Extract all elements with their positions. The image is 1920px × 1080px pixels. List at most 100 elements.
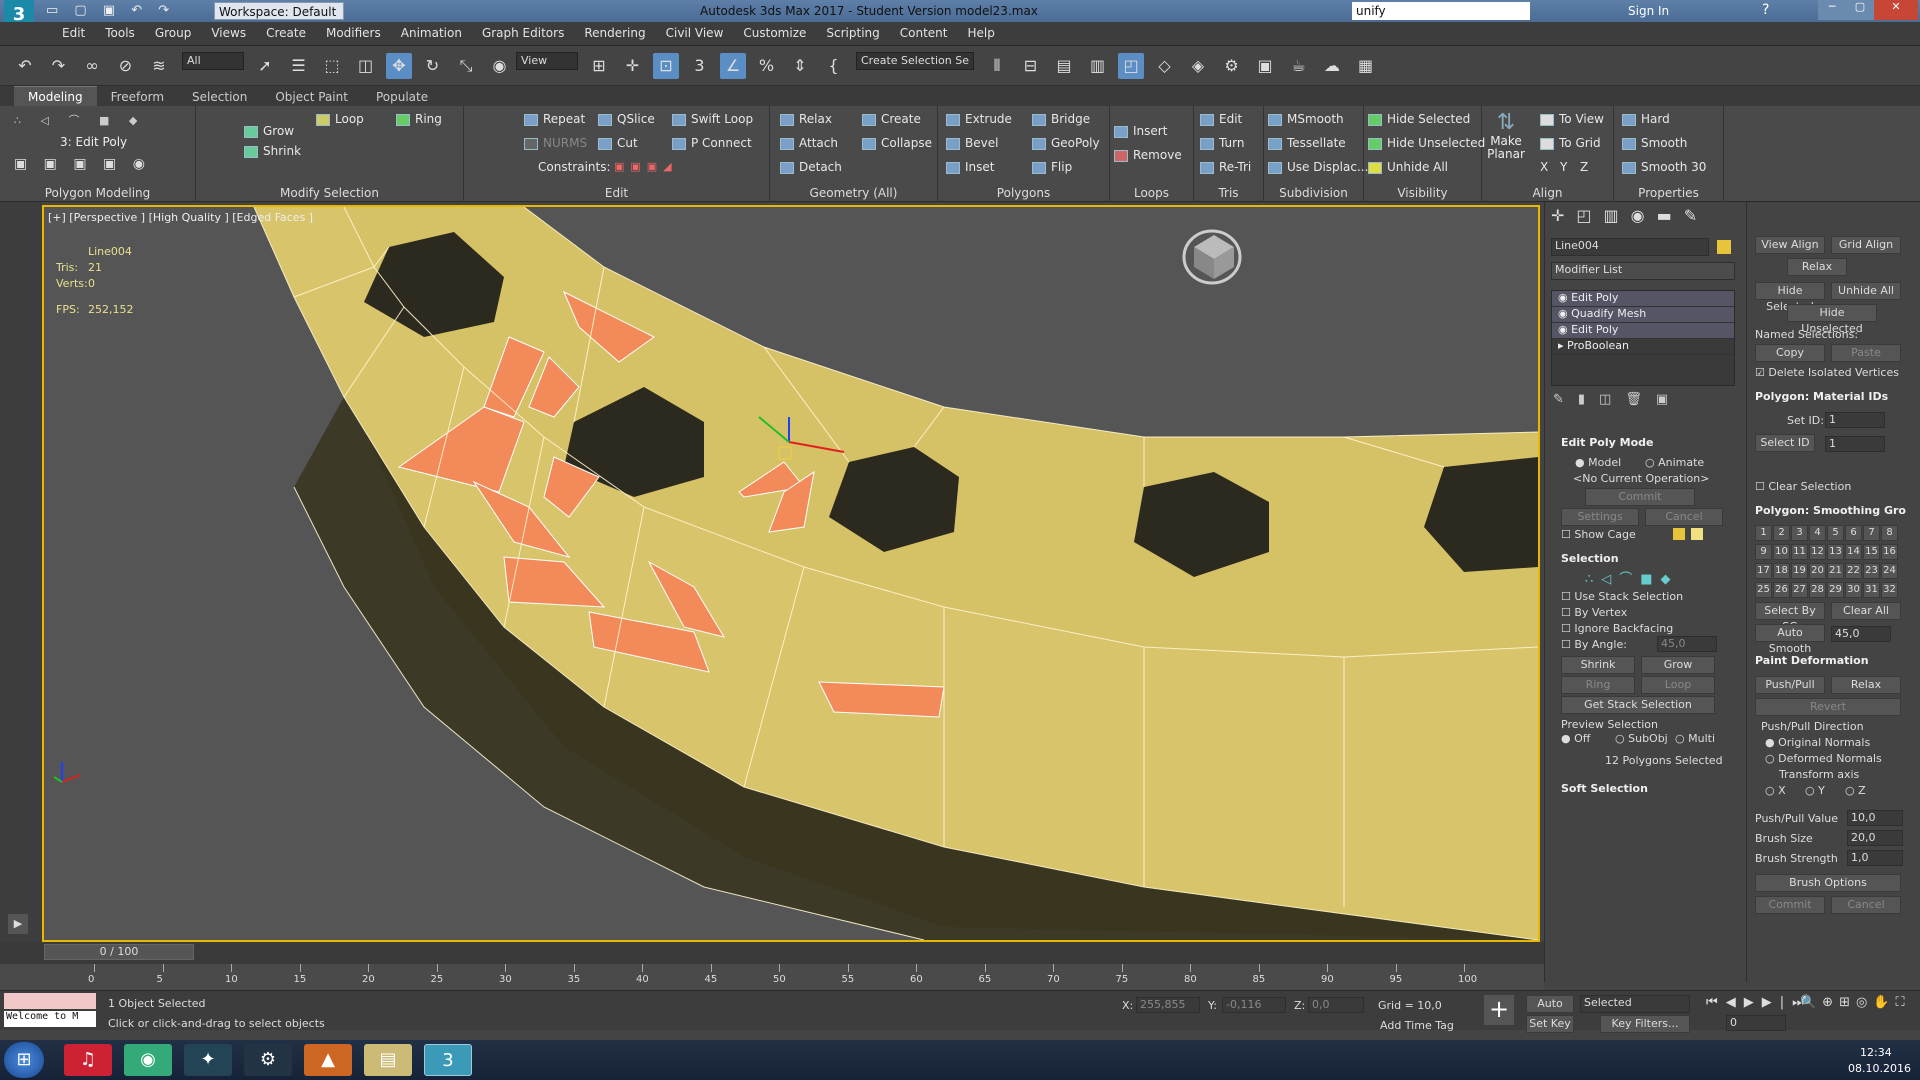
modifier-stack-item[interactable]: ◉ Edit Poly xyxy=(1552,291,1734,307)
grid-align-button[interactable]: Grid Align xyxy=(1831,236,1901,254)
hide-selected-button[interactable]: Hide Selected xyxy=(1368,112,1470,126)
collapse-button[interactable]: Collapse xyxy=(862,136,932,150)
viewport-label[interactable]: [+] [Perspective ] [High Quality ] [Edge… xyxy=(48,211,313,224)
smoothing-group-button[interactable]: 22 xyxy=(1845,563,1862,579)
edit-named-selection-icon[interactable]: { xyxy=(821,53,847,79)
set-key-button[interactable]: Set Key xyxy=(1526,1015,1574,1033)
keyboard-shortcut-icon[interactable]: ⊡ xyxy=(653,53,679,79)
rendered-frame-icon[interactable]: ▣ xyxy=(1252,53,1278,79)
ribbon-tab-selection[interactable]: Selection xyxy=(178,87,261,107)
selection-filter-dropdown[interactable]: All xyxy=(182,52,244,70)
a360-icon[interactable]: ▦ xyxy=(1353,53,1379,79)
smoothing-group-button[interactable]: 29 xyxy=(1827,582,1844,598)
preview-subobj-radio[interactable]: ○ SubObj xyxy=(1615,732,1668,745)
ribbon-tab-populate[interactable]: Populate xyxy=(362,87,442,107)
stack-tools[interactable]: ✎▮◫🗑▣ xyxy=(1553,392,1682,407)
smoothing-group-button[interactable]: 7 xyxy=(1863,525,1880,541)
pivot-icon[interactable]: ⊞ xyxy=(586,53,612,79)
menu-modifiers[interactable]: Modifiers xyxy=(316,23,391,43)
cancel-button[interactable]: Cancel xyxy=(1645,508,1723,526)
smoothing-group-button[interactable]: 5 xyxy=(1827,525,1844,541)
menu-create[interactable]: Create xyxy=(256,23,316,43)
view-align-button[interactable]: View Align xyxy=(1755,236,1825,254)
explorer-icon[interactable]: ▤ xyxy=(364,1044,412,1076)
to-grid-button[interactable]: To Grid xyxy=(1540,136,1601,150)
inset-button[interactable]: Inset xyxy=(946,160,994,174)
search-input[interactable]: unify xyxy=(1352,2,1530,20)
time-slider[interactable]: 0 / 100 xyxy=(0,942,1544,964)
x-coordinate-field[interactable]: 255,855 xyxy=(1136,997,1200,1013)
smoothing-group-button[interactable]: 16 xyxy=(1881,544,1898,560)
clock-time[interactable]: 12:34 xyxy=(1860,1046,1892,1059)
nurms-button[interactable]: NURMS xyxy=(524,136,587,150)
by-angle-checkbox[interactable]: ☐ By Angle: xyxy=(1561,638,1627,651)
push-pull-value-spinner[interactable]: 10,0 xyxy=(1847,810,1903,826)
properties-label[interactable]: Properties xyxy=(1614,186,1723,200)
edit-poly-mode-header[interactable]: Edit Poly Mode xyxy=(1561,436,1653,449)
bind-space-warp-icon[interactable]: ≋ xyxy=(146,53,172,79)
detach-button[interactable]: Detach xyxy=(780,160,842,174)
smoothing-group-button[interactable]: 18 xyxy=(1773,563,1790,579)
visibility-eye-icon[interactable]: ◉ xyxy=(1558,323,1571,336)
stack-tools-icons[interactable]: ▣ ▣ ▣ ▣ ◉ xyxy=(14,156,151,172)
remove-loop-button[interactable]: Remove xyxy=(1114,148,1182,162)
maximize-button[interactable]: ▢ xyxy=(1846,0,1874,20)
smoothing-group-button[interactable]: 1 xyxy=(1755,525,1772,541)
hard-button[interactable]: Hard xyxy=(1622,112,1670,126)
layer-explorer-icon[interactable]: ▤ xyxy=(1051,53,1077,79)
key-selection-dropdown[interactable]: Selected xyxy=(1580,995,1690,1013)
smoothing-group-button[interactable]: 19 xyxy=(1791,563,1808,579)
modifier-stack-item[interactable]: ◉ Quadify Mesh xyxy=(1552,307,1734,323)
material-editor-icon[interactable]: ◈ xyxy=(1185,53,1211,79)
menu-rendering[interactable]: Rendering xyxy=(574,23,655,43)
menu-scripting[interactable]: Scripting xyxy=(816,23,889,43)
by-vertex-checkbox[interactable]: ☐ By Vertex xyxy=(1561,606,1627,619)
smoothing-group-button[interactable]: 10 xyxy=(1773,544,1790,560)
place-icon[interactable]: ◉ xyxy=(487,53,513,79)
create-button[interactable]: Create xyxy=(862,112,921,126)
revert-button[interactable]: Revert xyxy=(1755,698,1901,716)
by-angle-spinner[interactable]: 45,0 xyxy=(1657,636,1717,652)
smoothing-group-button[interactable]: 21 xyxy=(1827,563,1844,579)
make-planar-button[interactable]: ⇅ Make Planar xyxy=(1484,110,1528,180)
menu-group[interactable]: Group xyxy=(145,23,202,43)
brush-options-button[interactable]: Brush Options xyxy=(1755,874,1901,892)
unhide-all-button[interactable]: Unhide All xyxy=(1368,160,1448,174)
to-view-button[interactable]: To View xyxy=(1540,112,1604,126)
align-z-button[interactable]: Z xyxy=(1580,160,1588,174)
mesh-view[interactable] xyxy=(44,207,1538,940)
preview-multi-radio[interactable]: ○ Multi xyxy=(1675,732,1715,745)
swift-loop-button[interactable]: Swift Loop xyxy=(672,112,753,126)
model-radio[interactable]: ● Model xyxy=(1575,456,1621,469)
menu-animation[interactable]: Animation xyxy=(391,23,472,43)
itunes-icon[interactable]: ♫ xyxy=(64,1044,112,1076)
show-cage-checkbox[interactable]: ☐ Show Cage xyxy=(1561,528,1636,541)
cage-color-swatch[interactable] xyxy=(1673,528,1685,540)
visibility-eye-icon[interactable]: ▸ xyxy=(1558,339,1567,352)
steam-icon[interactable]: ⚙ xyxy=(244,1044,292,1076)
percent-snap-icon[interactable]: % xyxy=(754,53,780,79)
modify-selection-label[interactable]: Modify Selection xyxy=(196,186,463,200)
scale-icon[interactable]: ⤡ xyxy=(453,53,479,79)
maxscript-welcome[interactable]: Welcome to M xyxy=(4,1011,96,1027)
ring-button[interactable]: Ring xyxy=(396,112,442,126)
material-ids-header[interactable]: Polygon: Material IDs xyxy=(1755,390,1888,403)
smoothing-group-button[interactable]: 2 xyxy=(1773,525,1790,541)
visibility-eye-icon[interactable]: ◉ xyxy=(1558,307,1571,320)
sign-in-button[interactable]: Sign In xyxy=(1628,4,1669,18)
smooth-button[interactable]: Smooth xyxy=(1622,136,1687,150)
soft-selection-header[interactable]: Soft Selection xyxy=(1561,782,1648,795)
flip-button[interactable]: Flip xyxy=(1032,160,1072,174)
menu-customize[interactable]: Customize xyxy=(733,23,816,43)
paint-relax-button[interactable]: Relax xyxy=(1831,676,1901,694)
smoothing-group-button[interactable]: 11 xyxy=(1791,544,1808,560)
loops-label[interactable]: Loops xyxy=(1110,186,1193,200)
bevel-button[interactable]: Bevel xyxy=(946,136,998,150)
hide-selected-button[interactable]: Hide Selected xyxy=(1755,282,1825,313)
extrude-button[interactable]: Extrude xyxy=(946,112,1012,126)
smoothing-group-button[interactable]: 17 xyxy=(1755,563,1772,579)
settings-button[interactable]: Settings xyxy=(1561,508,1639,526)
deformed-normals-radio[interactable]: ○ Deformed Normals xyxy=(1765,752,1882,765)
re-tri-button[interactable]: Re-Tri xyxy=(1200,160,1251,174)
quick-access-icons[interactable]: ▭ ▢ ▣ ↶ ↷ xyxy=(46,3,175,18)
